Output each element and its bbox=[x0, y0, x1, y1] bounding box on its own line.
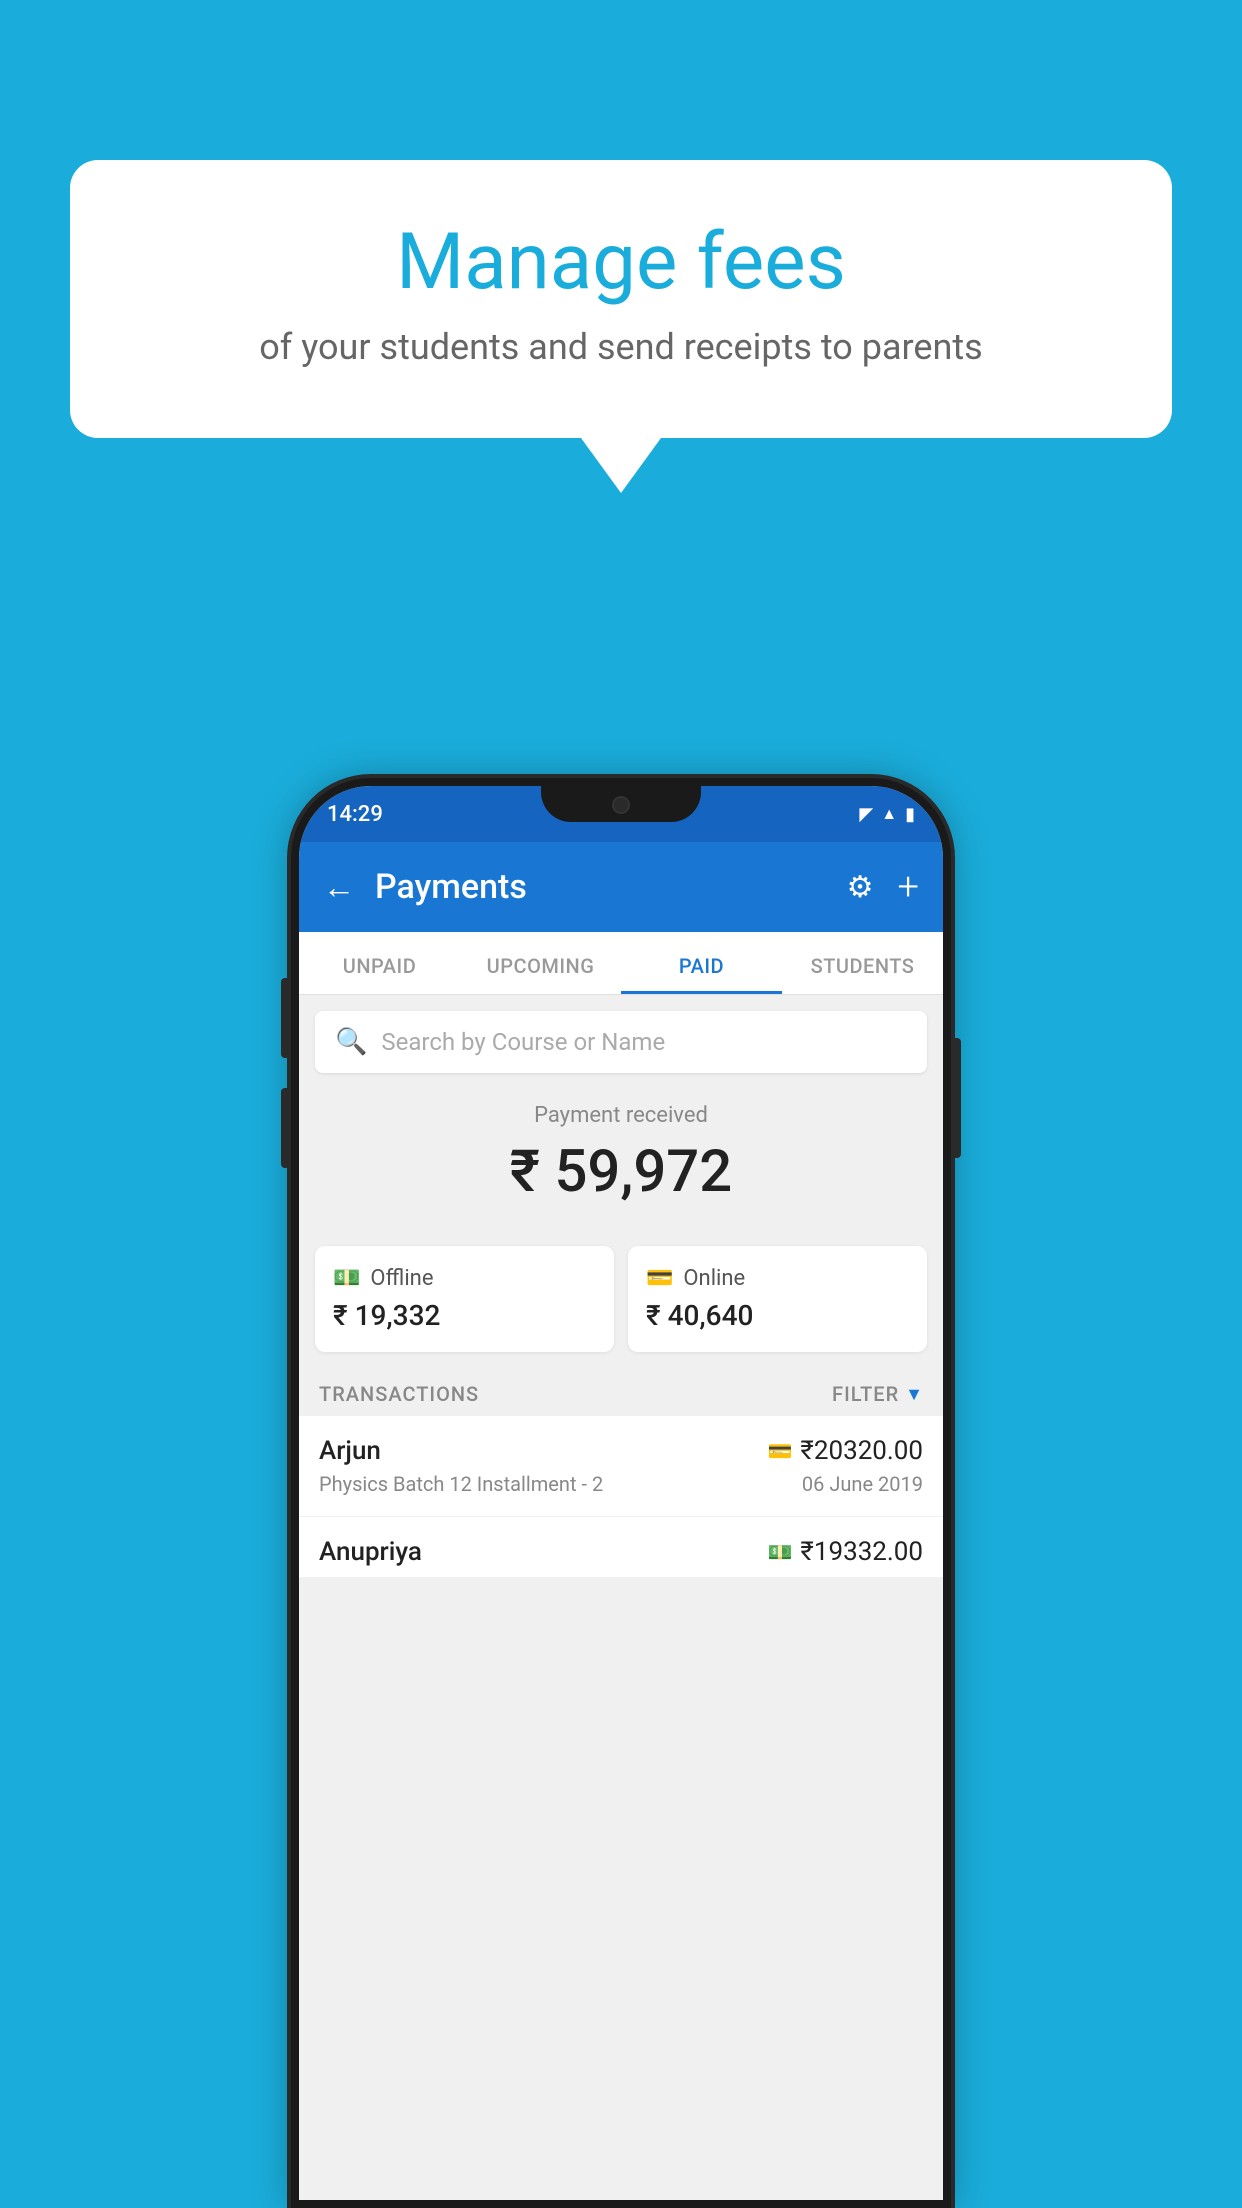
settings-icon[interactable]: ⚙ bbox=[847, 870, 874, 905]
volume-up-button bbox=[281, 978, 289, 1058]
payment-total-amount: ₹ 59,972 bbox=[319, 1138, 923, 1206]
transaction-row-top-partial: Anupriya 💵 ₹19332.00 bbox=[319, 1537, 923, 1567]
status-time: 14:29 bbox=[327, 802, 383, 827]
search-bar[interactable]: 🔍 Search by Course or Name bbox=[315, 1011, 927, 1073]
wifi-icon: ◤ bbox=[859, 804, 873, 825]
card-payment-icon: 💳 bbox=[768, 1439, 793, 1463]
power-button bbox=[953, 1038, 961, 1158]
volume-down-button bbox=[281, 1088, 289, 1168]
offline-label: Offline bbox=[370, 1266, 433, 1291]
tab-upcoming[interactable]: UPCOMING bbox=[460, 932, 621, 994]
search-placeholder-text: Search by Course or Name bbox=[381, 1028, 665, 1056]
app-bar-actions: ⚙ + bbox=[847, 865, 919, 909]
transaction-course: Physics Batch 12 Installment - 2 bbox=[319, 1472, 603, 1496]
transaction-row-bottom: Physics Batch 12 Installment - 2 06 June… bbox=[319, 1472, 923, 1496]
transaction-row[interactable]: Arjun 💳 ₹20320.00 Physics Batch 12 Insta… bbox=[299, 1416, 943, 1517]
transaction-name: Arjun bbox=[319, 1436, 381, 1466]
online-label: Online bbox=[683, 1266, 745, 1291]
transaction-amount-section-2: 💵 ₹19332.00 bbox=[768, 1537, 924, 1567]
transactions-header: TRANSACTIONS FILTER ▼ bbox=[299, 1372, 943, 1416]
add-icon[interactable]: + bbox=[898, 865, 919, 909]
offline-icon: 💵 bbox=[333, 1266, 360, 1291]
transaction-row-top: Arjun 💳 ₹20320.00 bbox=[319, 1436, 923, 1466]
status-icons: ◤ ▲ ▮ bbox=[859, 804, 915, 825]
filter-section[interactable]: FILTER ▼ bbox=[832, 1382, 923, 1406]
signal-icon: ▲ bbox=[881, 804, 897, 824]
search-icon: 🔍 bbox=[335, 1027, 367, 1057]
tab-paid[interactable]: PAID bbox=[621, 932, 782, 994]
filter-icon: ▼ bbox=[905, 1384, 923, 1405]
phone-notch bbox=[541, 786, 701, 822]
cash-payment-icon: 💵 bbox=[768, 1540, 793, 1564]
payment-summary: Payment received ₹ 59,972 bbox=[299, 1073, 943, 1246]
transaction-date: 06 June 2019 bbox=[802, 1472, 923, 1496]
transaction-amount-2: ₹19332.00 bbox=[800, 1537, 923, 1567]
app-title: Payments bbox=[375, 867, 827, 907]
offline-card: 💵 Offline ₹ 19,332 bbox=[315, 1246, 614, 1352]
filter-label: FILTER bbox=[832, 1382, 899, 1406]
app-bar: ← Payments ⚙ + bbox=[299, 842, 943, 932]
online-icon: 💳 bbox=[646, 1266, 673, 1291]
online-card: 💳 Online ₹ 40,640 bbox=[628, 1246, 927, 1352]
online-amount: ₹ 40,640 bbox=[646, 1299, 909, 1332]
transaction-row-partial[interactable]: Anupriya 💵 ₹19332.00 bbox=[299, 1517, 943, 1577]
page-background: Manage fees of your students and send re… bbox=[0, 0, 1242, 2208]
phone-frame: 14:29 ◤ ▲ ▮ ← Payments ⚙ + UNPAID bbox=[291, 778, 951, 2208]
transaction-amount: ₹20320.00 bbox=[800, 1436, 923, 1466]
online-card-header: 💳 Online bbox=[646, 1266, 909, 1291]
bubble-title: Manage fees bbox=[120, 220, 1122, 306]
bubble-subtitle: of your students and send receipts to pa… bbox=[120, 326, 1122, 368]
camera bbox=[612, 796, 630, 814]
transaction-amount-section: 💳 ₹20320.00 bbox=[768, 1436, 924, 1466]
phone-screen: 14:29 ◤ ▲ ▮ ← Payments ⚙ + UNPAID bbox=[299, 786, 943, 2200]
battery-icon: ▮ bbox=[905, 804, 915, 825]
speech-bubble: Manage fees of your students and send re… bbox=[70, 160, 1172, 438]
tab-students[interactable]: STUDENTS bbox=[782, 932, 943, 994]
offline-card-header: 💵 Offline bbox=[333, 1266, 596, 1291]
offline-amount: ₹ 19,332 bbox=[333, 1299, 596, 1332]
transaction-name-2: Anupriya bbox=[319, 1537, 422, 1567]
tabs: UNPAID UPCOMING PAID STUDENTS bbox=[299, 932, 943, 995]
transactions-label: TRANSACTIONS bbox=[319, 1382, 479, 1406]
payment-cards: 💵 Offline ₹ 19,332 💳 Online ₹ 40,640 bbox=[299, 1246, 943, 1352]
tab-unpaid[interactable]: UNPAID bbox=[299, 932, 460, 994]
back-button[interactable]: ← bbox=[323, 868, 355, 906]
payment-received-label: Payment received bbox=[319, 1103, 923, 1128]
